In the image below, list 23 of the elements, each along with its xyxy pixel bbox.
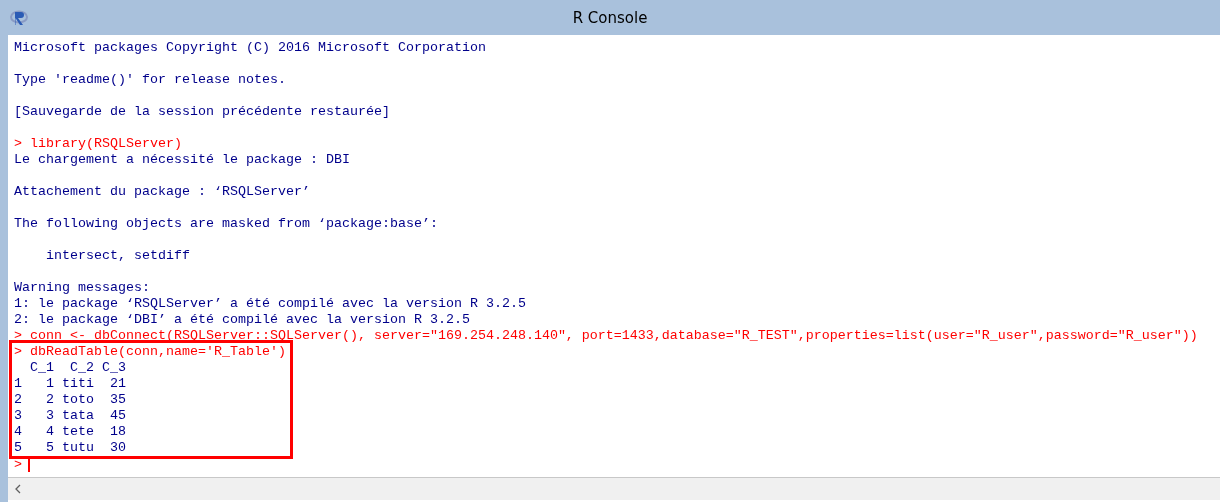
r-logo-icon — [10, 8, 28, 27]
output-line: 3 3 tata 45 — [14, 408, 127, 424]
command-line: > dbReadTable(conn,name='R_Table') — [14, 344, 287, 360]
output-line: 4 4 tete 18 — [14, 424, 127, 440]
prompt: > — [14, 457, 22, 473]
output-line: Type 'readme()' for release notes. — [14, 72, 287, 88]
output-line: intersect, setdiff — [45, 248, 191, 264]
output-line: Le chargement a nécessité le package : DBI — [14, 152, 351, 168]
command-line: > conn <- dbConnect(RSQLServer::SQLServer(), server="169.254.248.140", port=1433,database="R_TEST",properties=list(user="R_user",password="R_user")) — [14, 328, 1199, 344]
output-line: 1 1 titi 21 — [14, 376, 127, 392]
output-line: 5 5 tutu 30 — [14, 440, 127, 456]
output-line: Microsoft packages Copyright (C) 2016 Microsoft Corporation — [14, 40, 487, 56]
window-title: R Console — [572, 8, 648, 27]
command-line: > library(RSQLServer) — [14, 136, 183, 152]
output-line: Attachement du package : ‘RSQLServer’ — [14, 184, 311, 200]
output-line: 2 2 toto 35 — [14, 392, 127, 408]
output-line: [Sauvegarde de la session précédente restaurée] — [14, 104, 391, 120]
output-line: 1: le package ‘RSQLServer’ a été compilé avec la version R 3.2.5 — [14, 296, 527, 312]
output-line: C_1 C_2 C_3 — [29, 360, 127, 376]
output-line: Warning messages: — [14, 280, 151, 296]
horizontal-scrollbar[interactable] — [8, 477, 1220, 500]
output-line: 2: le package ‘DBI’ a été compilé avec la version R 3.2.5 — [14, 312, 471, 328]
output-line: The following objects are masked from ‘package:base’: — [14, 216, 439, 232]
